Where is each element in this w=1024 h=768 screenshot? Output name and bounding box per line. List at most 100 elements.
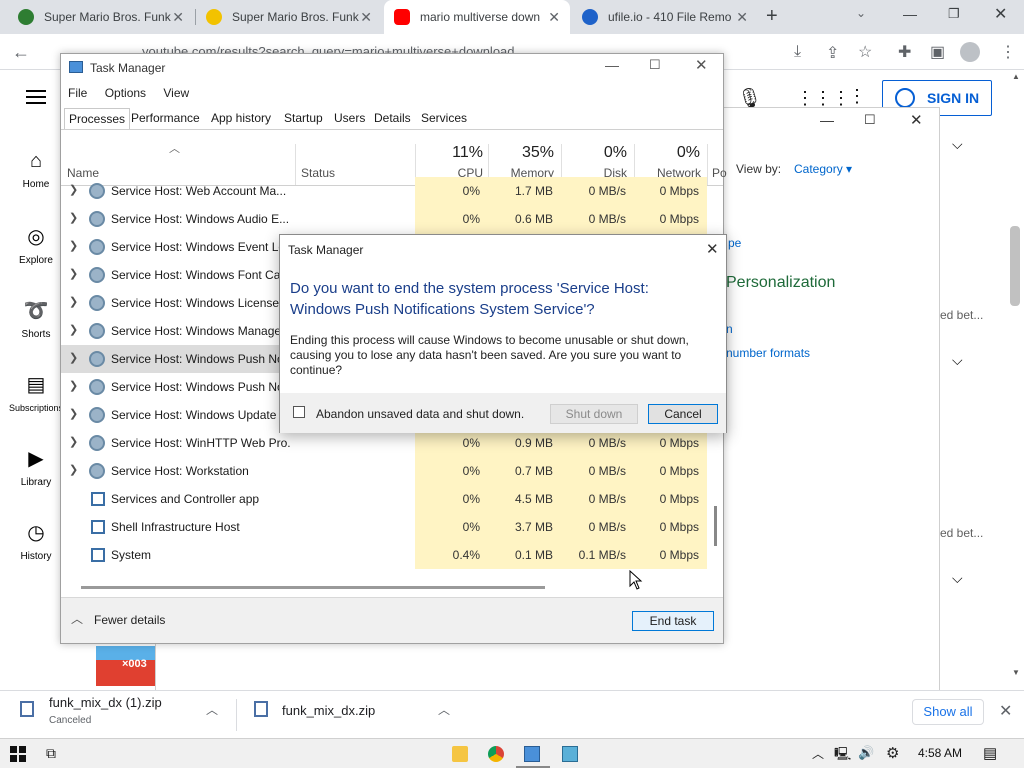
tab-search-icon[interactable]: ⌄	[856, 6, 866, 20]
expand-chevron-icon[interactable]: ❯	[69, 379, 78, 392]
minimize-icon[interactable]: —	[820, 112, 834, 128]
scroll-down-icon[interactable]: ▼	[1012, 668, 1020, 677]
share-icon[interactable]: ⇪	[826, 43, 839, 63]
settings-gear-icon[interactable]: ⚙	[886, 744, 899, 762]
expand-chevron-icon[interactable]: ❯	[69, 267, 78, 280]
file-explorer-icon[interactable]	[452, 746, 468, 762]
notifications-icon[interactable]: ▤	[983, 744, 997, 762]
fewer-details-link[interactable]: Fewer details	[94, 613, 165, 627]
settings-link[interactable]: pe	[728, 236, 741, 250]
table-row[interactable]: ❯ Service Host: Workstation 0% 0.7 MB 0 MB/s…	[61, 457, 707, 485]
end-task-button[interactable]: End task	[632, 611, 714, 631]
close-window-icon[interactable]: ✕	[695, 56, 708, 74]
volume-icon[interactable]: 🔊	[858, 745, 874, 761]
browser-tab[interactable]: Super Mario Bros. Funk ✕	[8, 0, 194, 34]
expand-chevron-icon[interactable]: ❯	[69, 183, 78, 196]
number-formats-link[interactable]: number formats	[726, 346, 810, 360]
show-all-button[interactable]: Show all	[912, 699, 984, 725]
sidepanel-icon[interactable]: ▣	[930, 42, 945, 62]
table-row[interactable]: ❯ Service Host: Web Account Ma... 0% 1.7 MB…	[61, 177, 707, 205]
view-by-dropdown[interactable]: Category ▾	[794, 162, 852, 176]
tab-app-history[interactable]: App history	[207, 108, 275, 130]
disk-total[interactable]: 0%	[563, 144, 627, 162]
scroll-up-icon[interactable]: ▲	[1012, 72, 1020, 81]
expand-chevron-icon[interactable]: ❯	[69, 323, 78, 336]
horizontal-scrollbar[interactable]	[81, 586, 545, 589]
chevron-down-icon[interactable]: ⌵	[952, 570, 963, 587]
memory-total[interactable]: 35%	[490, 144, 554, 162]
menu-view[interactable]: View	[163, 86, 189, 100]
shutdown-button[interactable]: Shut down	[550, 404, 638, 424]
table-row[interactable]: System 0.4% 0.1 MB 0.1 MB/s 0 Mbps	[61, 541, 707, 569]
new-tab-button[interactable]: +	[766, 5, 778, 28]
personalization-heading[interactable]: Personalization	[726, 274, 835, 292]
minimize-icon[interactable]: —	[903, 6, 917, 22]
control-panel-taskbar-icon[interactable]	[562, 746, 578, 762]
minimize-icon[interactable]: —	[605, 57, 619, 73]
page-scrollbar[interactable]	[1010, 226, 1020, 306]
vertical-scrollbar[interactable]	[714, 506, 717, 546]
browser-tab[interactable]: ufile.io - 410 File Remo ✕	[572, 0, 758, 34]
settings-kebab-icon[interactable]: ⋮	[848, 86, 866, 107]
table-row[interactable]: Shell Infrastructure Host 0% 3.7 MB 0 MB/s 0…	[61, 513, 707, 541]
chevron-up-icon[interactable]: ︿	[206, 701, 218, 718]
chevron-down-icon[interactable]: ⌵	[952, 352, 963, 369]
tab-performance[interactable]: Performance	[127, 108, 204, 130]
tab-processes[interactable]: Processes	[64, 108, 131, 130]
cancel-button[interactable]: Cancel	[648, 404, 718, 424]
menu-file[interactable]: File	[68, 86, 87, 100]
chevron-up-icon[interactable]: ︿	[71, 610, 83, 627]
network-total[interactable]: 0%	[636, 144, 700, 162]
restore-icon[interactable]: ❐	[948, 6, 960, 22]
download-item[interactable]: funk_mix_dx (1).zip Canceled ︿	[0, 691, 230, 737]
tab-startup[interactable]: Startup	[280, 108, 327, 130]
clock[interactable]: 4:58 AM	[918, 746, 962, 760]
table-row[interactable]: Services and Controller app 0% 4.5 MB 0 MB/…	[61, 485, 707, 513]
chevron-up-icon[interactable]: ︿	[438, 701, 450, 718]
close-downloads-icon[interactable]: ✕	[999, 701, 1012, 721]
expand-chevron-icon[interactable]: ❯	[69, 239, 78, 252]
browser-tab[interactable]: Super Mario Bros. Funk ✕	[196, 0, 382, 34]
abandon-checkbox[interactable]	[293, 406, 305, 418]
task-manager-taskbar-icon[interactable]	[524, 746, 540, 762]
close-window-icon[interactable]: ✕	[994, 4, 1007, 24]
hamburger-menu-icon[interactable]	[26, 88, 46, 106]
extensions-icon[interactable]: ✚	[898, 42, 911, 62]
column-header-power[interactable]: Po	[712, 166, 727, 180]
table-row[interactable]: ❯ Service Host: Windows Audio E... 0% 0.6 M…	[61, 205, 707, 233]
show-hidden-icons[interactable]: ︿	[812, 745, 824, 762]
close-dialog-icon[interactable]: ✕	[706, 240, 719, 258]
windows-start-icon[interactable]	[10, 746, 26, 762]
expand-chevron-icon[interactable]: ❯	[69, 295, 78, 308]
menu-kebab-icon[interactable]: ⋮	[1000, 42, 1016, 62]
close-window-icon[interactable]: ✕	[910, 111, 923, 129]
table-row[interactable]: ❯ Service Host: WinHTTP Web Pro... 0% 0.9 M…	[61, 429, 707, 457]
menu-options[interactable]: Options	[105, 86, 146, 100]
apps-grid-icon[interactable]: ⋮⋮⋮	[796, 88, 850, 109]
profile-avatar-icon[interactable]	[960, 42, 980, 62]
expand-chevron-icon[interactable]: ❯	[69, 463, 78, 476]
task-view-icon[interactable]: ⧉	[46, 745, 56, 762]
chevron-down-icon[interactable]: ⌵	[952, 136, 963, 153]
cpu-total[interactable]: 11%	[417, 144, 483, 162]
settings-link[interactable]: n	[726, 322, 733, 336]
network-icon[interactable]: 🖳	[834, 745, 851, 767]
download-item[interactable]: funk_mix_dx.zip ︿	[240, 691, 465, 737]
expand-chevron-icon[interactable]: ❯	[69, 407, 78, 420]
expand-chevron-icon[interactable]: ❯	[69, 435, 78, 448]
tab-services[interactable]: Services	[417, 108, 471, 130]
browser-tab-active[interactable]: mario multiverse down ✕	[384, 0, 570, 34]
tab-users[interactable]: Users	[330, 108, 369, 130]
close-tab-icon[interactable]: ✕	[360, 9, 372, 26]
tab-details[interactable]: Details	[370, 108, 415, 130]
back-arrow-icon[interactable]: ←	[12, 42, 30, 63]
maximize-icon[interactable]: ☐	[864, 112, 876, 128]
abandon-checkbox-label[interactable]: Abandon unsaved data and shut down.	[316, 407, 524, 421]
close-tab-icon[interactable]: ✕	[548, 9, 560, 26]
expand-chevron-icon[interactable]: ❯	[69, 211, 78, 224]
install-icon[interactable]: ⤓	[794, 43, 801, 61]
chrome-icon[interactable]	[488, 746, 504, 762]
video-thumbnail[interactable]: ×003	[96, 646, 156, 686]
close-tab-icon[interactable]: ✕	[736, 9, 748, 26]
maximize-icon[interactable]: ☐	[649, 57, 661, 73]
